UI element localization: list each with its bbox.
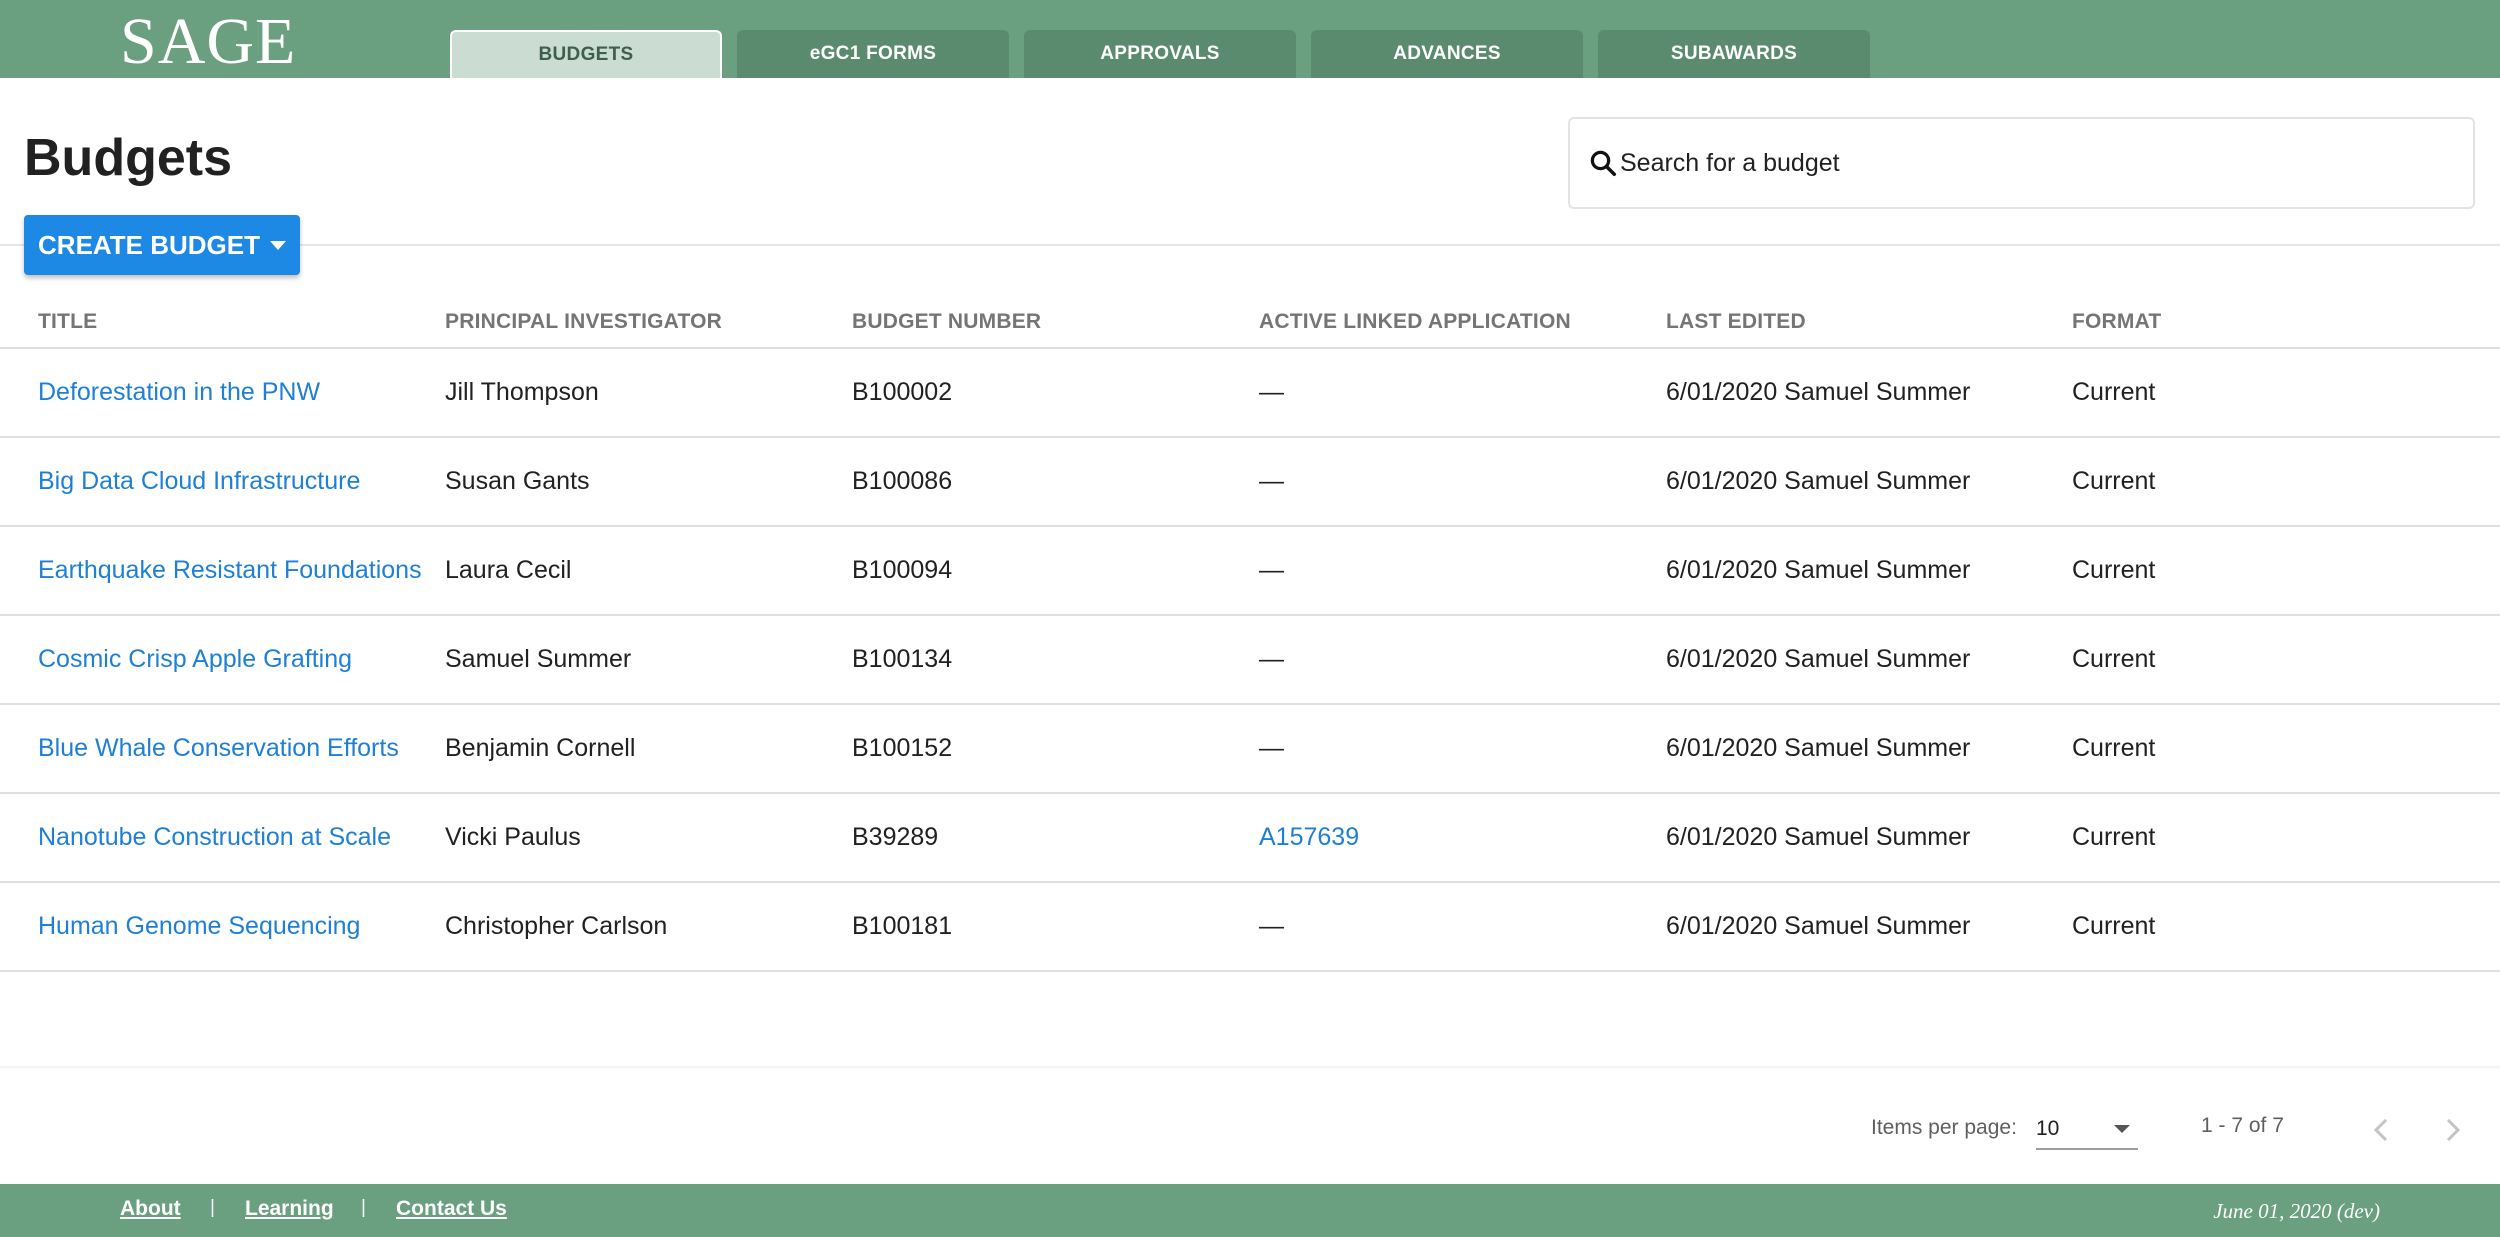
format: Current [2072, 645, 2156, 673]
principal-investigator: Benjamin Cornell [445, 734, 636, 762]
format: Current [2072, 556, 2156, 584]
search-icon [1590, 150, 1616, 176]
budget-title-link[interactable]: Cosmic Crisp Apple Grafting [38, 616, 352, 703]
table-row: Deforestation in the PNW Jill Thompson B… [0, 349, 2500, 438]
table-row: Human Genome Sequencing Christopher Carl… [0, 883, 2500, 972]
format: Current [2072, 378, 2156, 406]
budget-title-link[interactable]: Human Genome Sequencing [38, 883, 360, 970]
next-page-icon[interactable] [2438, 1110, 2468, 1150]
principal-investigator: Christopher Carlson [445, 912, 668, 940]
principal-investigator: Vicki Paulus [445, 823, 581, 851]
budget-number: B100002 [852, 378, 953, 406]
principal-investigator: Susan Gants [445, 467, 590, 495]
pagination-divider [0, 1066, 2500, 1070]
footer-link-learning[interactable]: Learning [245, 1197, 334, 1221]
budget-number: B100094 [852, 556, 953, 584]
linked-application: — [1259, 912, 1284, 940]
budgets-table: TITLE PRINCIPAL INVESTIGATOR BUDGET NUMB… [0, 290, 2500, 972]
items-per-page-select[interactable]: 10 [2036, 1110, 2138, 1150]
linked-application: — [1259, 378, 1284, 406]
format: Current [2072, 467, 2156, 495]
format: Current [2072, 823, 2156, 851]
create-budget-label: CREATE BUDGET [38, 229, 260, 260]
principal-investigator: Jill Thompson [445, 378, 599, 406]
table-row: Cosmic Crisp Apple Grafting Samuel Summe… [0, 616, 2500, 705]
footer-separator: | [210, 1197, 215, 1218]
table-row: Blue Whale Conservation Efforts Benjamin… [0, 705, 2500, 794]
tab-subawards[interactable]: SUBAWARDS [1598, 30, 1870, 78]
budget-title-link[interactable]: Nanotube Construction at Scale [38, 794, 391, 881]
last-edited: 6/01/2020 Samuel Summer [1666, 912, 1971, 940]
budget-number: B39289 [852, 823, 939, 851]
budget-title-link[interactable]: Deforestation in the PNW [38, 349, 320, 436]
table-row: Big Data Cloud Infrastructure Susan Gant… [0, 438, 2500, 527]
footer-link-contact-us[interactable]: Contact Us [396, 1197, 507, 1221]
format: Current [2072, 734, 2156, 762]
budget-number: B100134 [852, 645, 953, 673]
table-row: Nanotube Construction at Scale Vicki Pau… [0, 794, 2500, 883]
header-format[interactable]: FORMAT [2072, 310, 2161, 334]
linked-application: — [1259, 645, 1284, 673]
header-title[interactable]: TITLE [38, 310, 97, 334]
budget-title-link[interactable]: Big Data Cloud Infrastructure [38, 438, 360, 525]
budget-title-link[interactable]: Blue Whale Conservation Efforts [38, 705, 399, 792]
search-box[interactable] [1568, 117, 2475, 209]
tab-advances[interactable]: ADVANCES [1311, 30, 1583, 78]
header-budget-number[interactable]: BUDGET NUMBER [852, 310, 1041, 334]
tab-egc1-forms[interactable]: eGC1 FORMS [737, 30, 1009, 78]
footer-date: June 01, 2020 (dev) [2213, 1199, 2380, 1223]
items-per-page-value: 10 [2036, 1117, 2060, 1140]
tab-approvals[interactable]: APPROVALS [1024, 30, 1296, 78]
chevron-down-icon [2114, 1125, 2130, 1133]
principal-investigator: Laura Cecil [445, 556, 572, 584]
budget-title-link[interactable]: Earthquake Resistant Foundations [38, 527, 422, 614]
top-nav-bar: SAGE BUDGETS eGC1 FORMS APPROVALS ADVANC… [0, 0, 2500, 78]
search-input[interactable] [1620, 148, 2440, 178]
header-divider [0, 244, 2500, 246]
tab-budgets[interactable]: BUDGETS [450, 30, 722, 78]
header-active-linked-application[interactable]: ACTIVE LINKED APPLICATION [1259, 310, 1571, 334]
header-last-edited[interactable]: LAST EDITED [1666, 310, 1806, 334]
caret-down-icon [269, 240, 286, 250]
last-edited: 6/01/2020 Samuel Summer [1666, 645, 1971, 673]
last-edited: 6/01/2020 Samuel Summer [1666, 734, 1971, 762]
budget-number: B100152 [852, 734, 953, 762]
pagination-range: 1 - 7 of 7 [2201, 1114, 2284, 1137]
previous-page-icon[interactable] [2366, 1110, 2396, 1150]
principal-investigator: Samuel Summer [445, 645, 632, 673]
items-per-page-label: Items per page: [1871, 1116, 2017, 1139]
format: Current [2072, 912, 2156, 940]
last-edited: 6/01/2020 Samuel Summer [1666, 467, 1971, 495]
last-edited: 6/01/2020 Samuel Summer [1666, 378, 1971, 406]
linked-application: — [1259, 467, 1284, 495]
linked-application: — [1259, 556, 1284, 584]
last-edited: 6/01/2020 Samuel Summer [1666, 556, 1971, 584]
budget-number: B100181 [852, 912, 953, 940]
page-title: Budgets [24, 129, 232, 187]
last-edited: 6/01/2020 Samuel Summer [1666, 823, 1971, 851]
footer: About | Learning | Contact Us June 01, 2… [0, 1184, 2500, 1237]
header-principal-investigator[interactable]: PRINCIPAL INVESTIGATOR [445, 310, 722, 334]
sage-logo[interactable]: SAGE [120, 6, 296, 78]
table-header: TITLE PRINCIPAL INVESTIGATOR BUDGET NUMB… [0, 290, 2500, 349]
footer-separator: | [361, 1197, 366, 1218]
create-budget-button[interactable]: CREATE BUDGET [24, 215, 300, 275]
table-row: Earthquake Resistant Foundations Laura C… [0, 527, 2500, 616]
linked-application: — [1259, 734, 1284, 762]
linked-application-link[interactable]: A157639 [1259, 794, 1359, 881]
footer-link-about[interactable]: About [120, 1197, 181, 1221]
budget-number: B100086 [852, 467, 953, 495]
